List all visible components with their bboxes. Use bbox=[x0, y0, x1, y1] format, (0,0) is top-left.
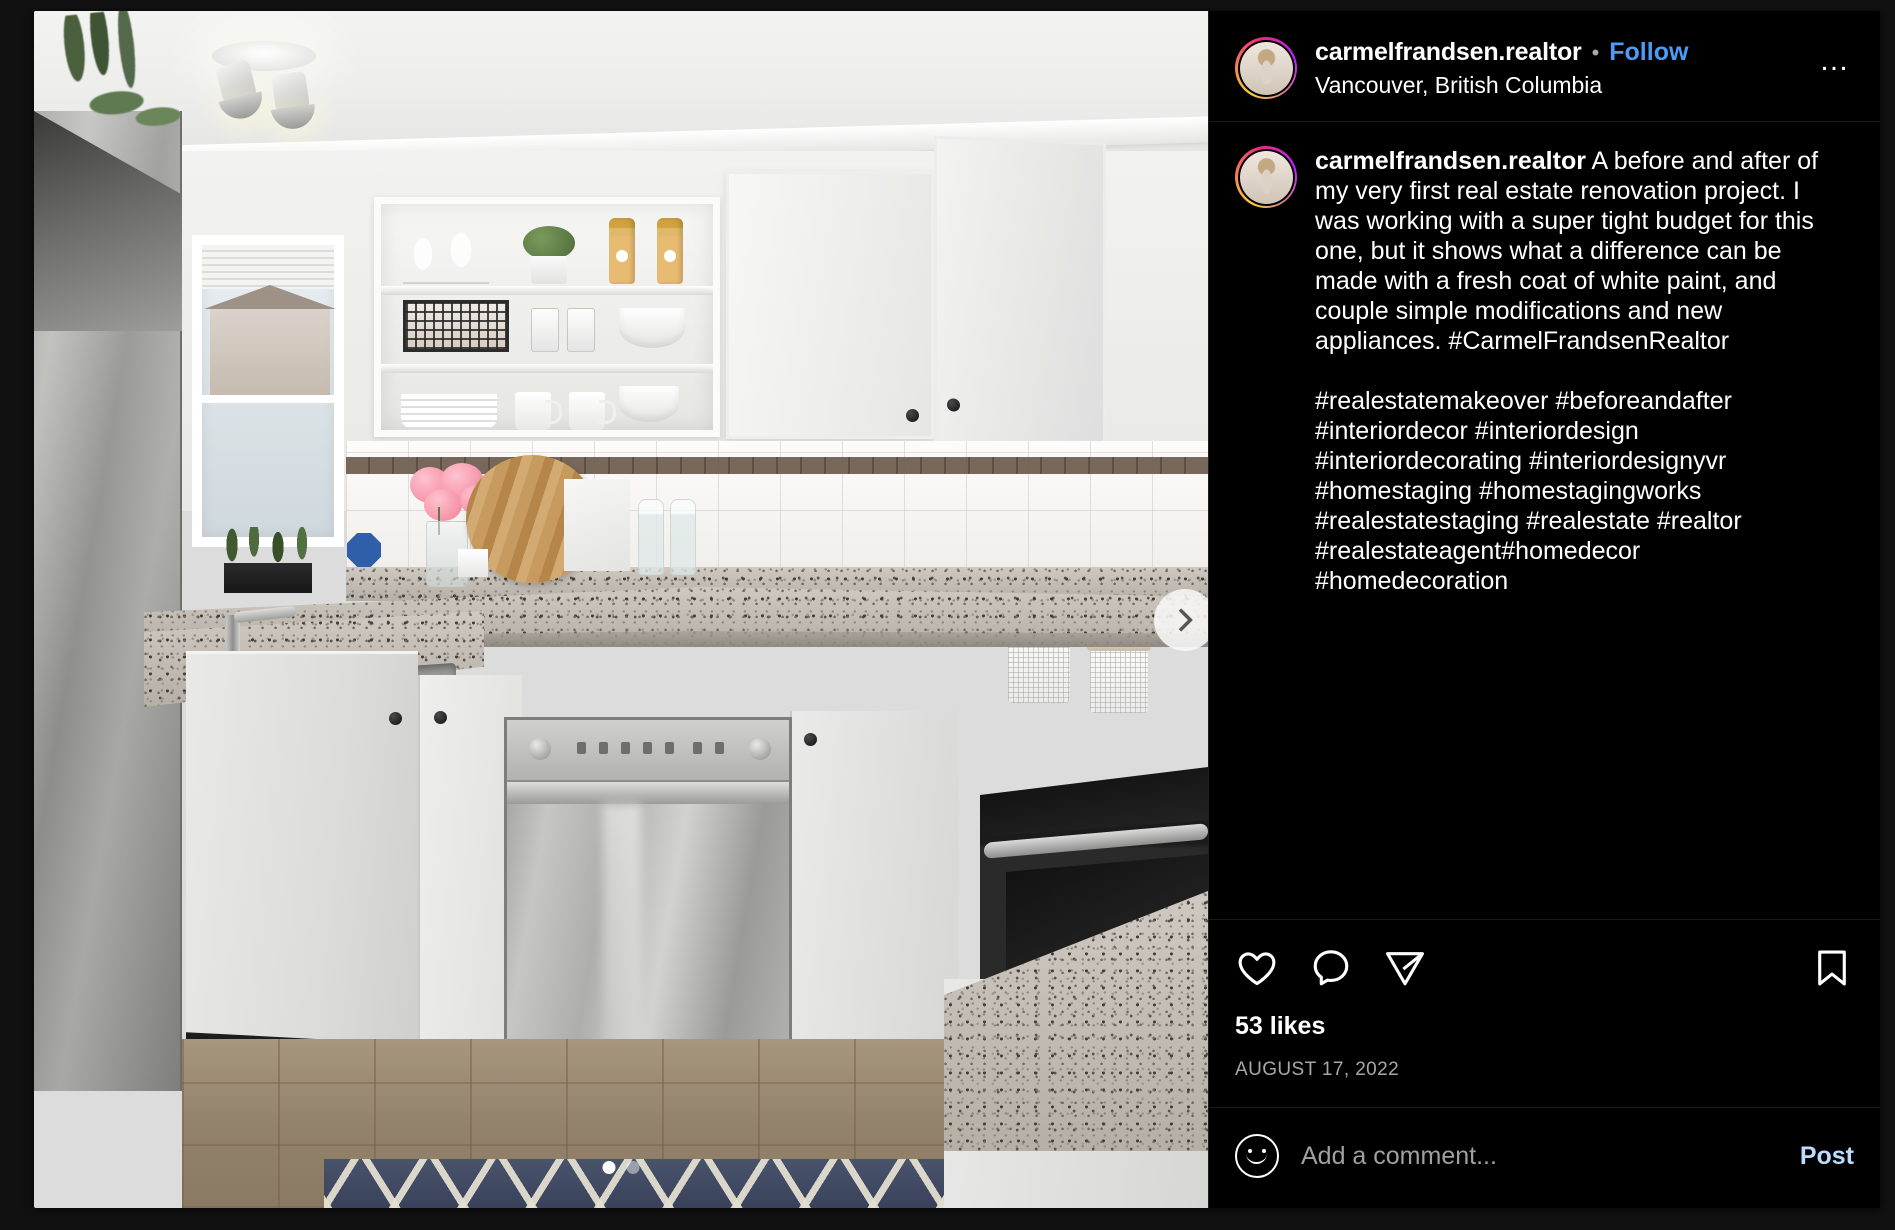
mug-2 bbox=[569, 392, 616, 430]
window-sash bbox=[202, 395, 334, 403]
post-header: carmelfrandsen.realtor • Follow Vancouve… bbox=[1209, 11, 1880, 122]
black-planter bbox=[224, 563, 312, 593]
more-options-button[interactable]: … bbox=[1812, 45, 1858, 91]
carousel-next-button[interactable] bbox=[1154, 589, 1208, 651]
carousel-dots bbox=[602, 1161, 640, 1174]
avatar[interactable] bbox=[1235, 37, 1297, 99]
chevron-right-icon bbox=[1178, 608, 1193, 632]
avatar-image bbox=[1239, 41, 1293, 95]
cabinet-knob bbox=[389, 712, 402, 725]
post-detail-pane: carmelfrandsen.realtor • Follow Vancouve… bbox=[1208, 11, 1880, 1208]
white-bowls-upper bbox=[619, 308, 685, 348]
neighbour-house bbox=[204, 285, 336, 403]
post-caption-area: carmelfrandsen.realtor A before and afte… bbox=[1209, 122, 1880, 919]
cabinet-knob bbox=[947, 398, 960, 412]
kitchen-window bbox=[192, 235, 344, 547]
shelf-divider-upper bbox=[381, 286, 713, 295]
wine-glasses bbox=[403, 222, 489, 284]
glass-bottle-1 bbox=[638, 499, 664, 575]
header-title-row: carmelfrandsen.realtor • Follow bbox=[1315, 38, 1794, 67]
wire-basket bbox=[403, 300, 509, 352]
peony-bloom bbox=[424, 489, 462, 521]
upper-cabinet-right bbox=[726, 171, 934, 439]
header-username[interactable]: carmelfrandsen.realtor bbox=[1315, 38, 1582, 67]
windowsill-plants bbox=[210, 527, 330, 593]
window-blind bbox=[202, 245, 334, 289]
white-cutting-board bbox=[564, 479, 630, 571]
glass-bottle-2 bbox=[670, 499, 696, 575]
avatar-inner bbox=[1237, 39, 1295, 97]
header-location[interactable]: Vancouver, British Columbia bbox=[1315, 72, 1794, 99]
white-bowls-lower bbox=[619, 386, 679, 422]
cabinet-knob bbox=[906, 409, 919, 422]
comment-input[interactable] bbox=[1301, 1141, 1778, 1171]
action-row bbox=[1235, 946, 1854, 990]
follow-button[interactable]: Follow bbox=[1609, 38, 1688, 67]
shelf-divider-lower bbox=[381, 364, 713, 373]
cabinet-knob bbox=[434, 711, 447, 724]
herb-pot bbox=[531, 256, 567, 284]
dishwasher-dial-right bbox=[749, 738, 771, 760]
share-icon[interactable] bbox=[1383, 946, 1427, 990]
wine-bottle-2 bbox=[657, 218, 683, 284]
carousel-dot-1[interactable] bbox=[602, 1161, 616, 1174]
kitchen-photo[interactable] bbox=[34, 11, 1208, 1208]
caption-text: carmelfrandsen.realtor A before and afte… bbox=[1315, 146, 1827, 596]
glass-jar-2 bbox=[567, 308, 595, 352]
upper-cabinet-far-right bbox=[934, 135, 1106, 451]
potted-herb bbox=[519, 226, 579, 284]
open-shelving-unit bbox=[374, 197, 720, 437]
post-date: AUGUST 17, 2022 bbox=[1235, 1059, 1400, 1080]
post-media-pane bbox=[34, 11, 1208, 1208]
dishwasher-button bbox=[693, 742, 702, 754]
top-plant bbox=[37, 11, 191, 153]
post-actions: 53 likes AUGUST 17, 2022 bbox=[1209, 919, 1880, 1107]
caption-avatar[interactable] bbox=[1235, 146, 1297, 208]
dishwasher-control-panel bbox=[507, 720, 789, 782]
likes-count[interactable]: 53 likes bbox=[1235, 1012, 1854, 1041]
header-text: carmelfrandsen.realtor • Follow Vancouve… bbox=[1315, 38, 1794, 99]
glass-jar-1 bbox=[531, 308, 559, 352]
ceramic-canister-small bbox=[1087, 630, 1151, 713]
instagram-post: carmelfrandsen.realtor • Follow Vancouve… bbox=[34, 11, 1880, 1208]
caption-avatar-inner bbox=[1237, 148, 1295, 206]
dishwasher-button bbox=[715, 742, 724, 754]
dishwasher-handle bbox=[507, 782, 789, 804]
small-white-pot bbox=[458, 549, 488, 577]
caption-row: carmelfrandsen.realtor A before and afte… bbox=[1235, 146, 1854, 596]
save-icon[interactable] bbox=[1810, 946, 1854, 990]
carousel-dot-2[interactable] bbox=[626, 1161, 640, 1174]
dishwasher-dial-left bbox=[529, 738, 551, 760]
dishwasher-button bbox=[665, 742, 674, 754]
dishwasher-button bbox=[643, 742, 652, 754]
dishwasher-button bbox=[599, 742, 608, 754]
comment-icon[interactable] bbox=[1309, 946, 1353, 990]
wine-bottle-1 bbox=[609, 218, 635, 284]
dishwasher-button bbox=[577, 742, 586, 754]
plate-stack bbox=[401, 394, 497, 428]
comment-bar: Post bbox=[1209, 1107, 1880, 1208]
dishwasher-button bbox=[621, 742, 630, 754]
lower-cabinet-left bbox=[186, 651, 418, 1087]
caption-body: A before and after of my very first real… bbox=[1315, 147, 1819, 595]
emoji-icon[interactable] bbox=[1235, 1134, 1279, 1178]
caption-avatar-image bbox=[1239, 150, 1293, 204]
emoji-smile bbox=[1246, 1152, 1267, 1164]
caption-username[interactable]: carmelfrandsen.realtor bbox=[1315, 147, 1586, 175]
cabinet-knob bbox=[804, 733, 817, 746]
header-separator: • bbox=[1591, 39, 1600, 65]
mug-1 bbox=[515, 392, 562, 430]
post-comment-button[interactable]: Post bbox=[1800, 1142, 1854, 1171]
like-icon[interactable] bbox=[1235, 946, 1279, 990]
herb-foliage bbox=[523, 226, 575, 260]
spot-light-right bbox=[271, 70, 311, 120]
